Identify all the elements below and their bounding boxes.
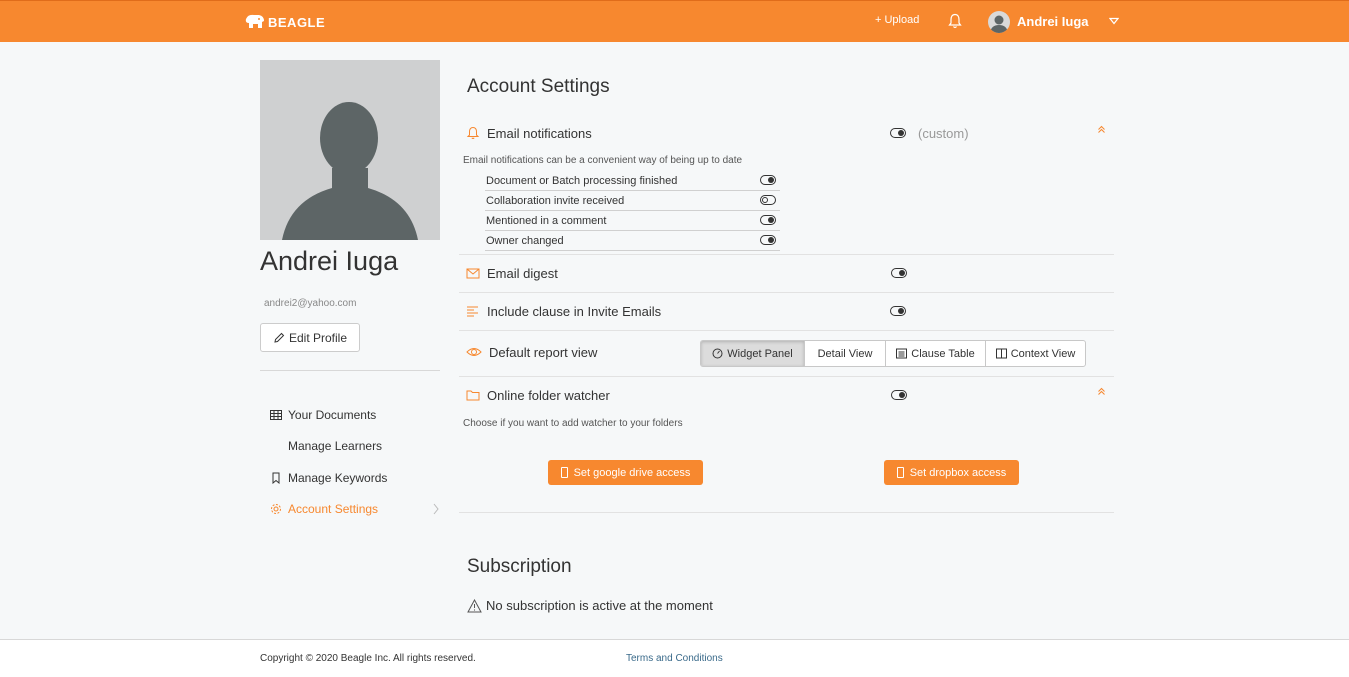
mobile-icon	[896, 467, 904, 478]
edit-profile-button[interactable]: Edit Profile	[260, 323, 360, 352]
nav-account-settings[interactable]: Account Settings	[270, 501, 378, 517]
subscription-title: Subscription	[467, 556, 572, 577]
notification-item: Mentioned in a comment	[485, 211, 780, 231]
folder-watcher-toggle[interactable]	[891, 390, 907, 400]
nav-label: Manage Keywords	[288, 471, 388, 485]
email-digest-row: Email digest	[466, 264, 558, 282]
email-digest-label: Email digest	[487, 265, 558, 281]
dashboard-icon	[712, 348, 723, 359]
user-avatar[interactable]	[988, 11, 1010, 33]
eye-icon	[466, 348, 482, 356]
email-notifications-row: Email notifications	[466, 124, 592, 142]
edit-profile-label: Edit Profile	[288, 330, 348, 345]
collapse-double-chevron-icon[interactable]	[1097, 387, 1106, 396]
pencil-icon	[274, 332, 285, 343]
bookmark-icon	[272, 472, 280, 484]
folder-watcher-label: Online folder watcher	[487, 387, 610, 403]
option-label: Clause Table	[911, 347, 975, 360]
custom-label: (custom)	[918, 126, 969, 141]
nav-label: Your Documents	[288, 408, 377, 422]
profile-name: Andrei Iuga	[260, 246, 399, 276]
table-icon	[270, 410, 282, 420]
notification-item-toggle[interactable]	[760, 235, 776, 245]
account-settings-title: Account Settings	[467, 76, 610, 97]
nav-manage-keywords[interactable]: Manage Keywords	[270, 470, 387, 486]
profile-silhouette-icon	[282, 102, 418, 240]
include-clause-toggle[interactable]	[890, 306, 906, 316]
top-navbar: BEAGLE + Upload Andrei Iuga	[0, 0, 1349, 42]
beagle-logo[interactable]: BEAGLE	[244, 12, 325, 32]
include-clause-row: Include clause in Invite Emails	[466, 302, 661, 320]
option-label: Detail View	[817, 347, 873, 360]
footer: Copyright © 2020 Beagle Inc. All rights …	[0, 639, 1349, 677]
mobile-icon	[560, 467, 568, 478]
left-divider	[260, 370, 440, 371]
notification-item-toggle[interactable]	[760, 195, 776, 205]
gear-icon	[271, 504, 281, 514]
dropbox-label: Set dropbox access	[909, 466, 1007, 479]
notification-item-label: Mentioned in a comment	[486, 215, 607, 227]
option-label: Context View	[1010, 347, 1076, 360]
nav-label: Account Settings	[288, 502, 379, 516]
google-drive-access-button[interactable]: Set google drive access	[548, 460, 703, 485]
widget-panel-option[interactable]: Widget Panel	[701, 341, 804, 366]
default-report-view-row: Default report view	[466, 343, 597, 361]
columns-icon	[995, 348, 1007, 359]
collapse-double-chevron-icon[interactable]	[1097, 125, 1106, 134]
nav-blank-icon	[270, 440, 282, 452]
terms-link[interactable]: Terms and Conditions	[626, 653, 723, 664]
notification-item: Document or Batch processing finished	[485, 171, 780, 191]
email-notifications-description: Email notifications can be a convenient …	[463, 155, 743, 166]
include-clause-label: Include clause in Invite Emails	[487, 303, 662, 319]
user-menu-caret-icon[interactable]	[1109, 17, 1119, 25]
nav-your-documents[interactable]: Your Documents	[270, 407, 376, 423]
detail-view-option[interactable]: Detail View	[804, 341, 885, 366]
list-icon	[896, 348, 908, 359]
beagle-logo-icon	[245, 14, 264, 28]
section-divider	[459, 512, 1114, 513]
dropbox-access-button[interactable]: Set dropbox access	[884, 460, 1019, 485]
profile-avatar	[260, 60, 440, 240]
subscription-message: No subscription is active at the moment	[486, 598, 713, 613]
notification-item-toggle[interactable]	[760, 175, 776, 185]
section-divider	[459, 292, 1114, 293]
email-notifications-toggle[interactable]	[890, 128, 906, 138]
profile-email: andrei2@yahoo.com	[264, 298, 357, 309]
subscription-status: No subscription is active at the moment	[467, 598, 713, 613]
upload-button[interactable]: + Upload	[875, 14, 919, 26]
google-drive-label: Set google drive access	[573, 466, 691, 479]
notifications-bell-icon[interactable]	[948, 13, 962, 29]
notification-item-label: Owner changed	[486, 235, 564, 247]
email-notifications-label: Email notifications	[487, 125, 592, 141]
section-divider	[459, 254, 1114, 255]
bell-icon	[466, 126, 480, 140]
user-silhouette-icon	[990, 15, 1008, 33]
notification-item-label: Collaboration invite received	[486, 195, 625, 207]
notification-item: Collaboration invite received	[485, 191, 780, 211]
folder-watcher-description: Choose if you want to add watcher to you…	[463, 418, 683, 429]
notification-item-toggle[interactable]	[760, 215, 776, 225]
envelope-icon	[466, 268, 480, 279]
default-report-view-label: Default report view	[489, 344, 598, 360]
brand-name: BEAGLE	[268, 14, 326, 30]
folder-watcher-row: Online folder watcher	[466, 386, 610, 404]
warning-icon	[467, 598, 482, 612]
folder-icon	[466, 390, 480, 401]
text-align-icon	[467, 306, 478, 317]
copyright-text: Copyright © 2020 Beagle Inc. All rights …	[260, 653, 476, 664]
user-name[interactable]: Andrei Iuga	[1017, 14, 1089, 29]
section-divider	[459, 376, 1114, 377]
notification-item: Owner changed	[485, 231, 780, 251]
option-label: Widget Panel	[727, 347, 793, 360]
email-digest-toggle[interactable]	[891, 268, 907, 278]
context-view-option[interactable]: Context View	[985, 341, 1085, 366]
nav-manage-learners[interactable]: Manage Learners	[270, 438, 382, 454]
section-divider	[459, 330, 1114, 331]
report-view-selector: Widget Panel Detail View Clause Table Co…	[700, 340, 1086, 367]
clause-table-option[interactable]: Clause Table	[885, 341, 985, 366]
chevron-right-icon	[433, 503, 439, 515]
nav-label: Manage Learners	[288, 439, 383, 453]
notification-item-label: Document or Batch processing finished	[486, 175, 678, 187]
